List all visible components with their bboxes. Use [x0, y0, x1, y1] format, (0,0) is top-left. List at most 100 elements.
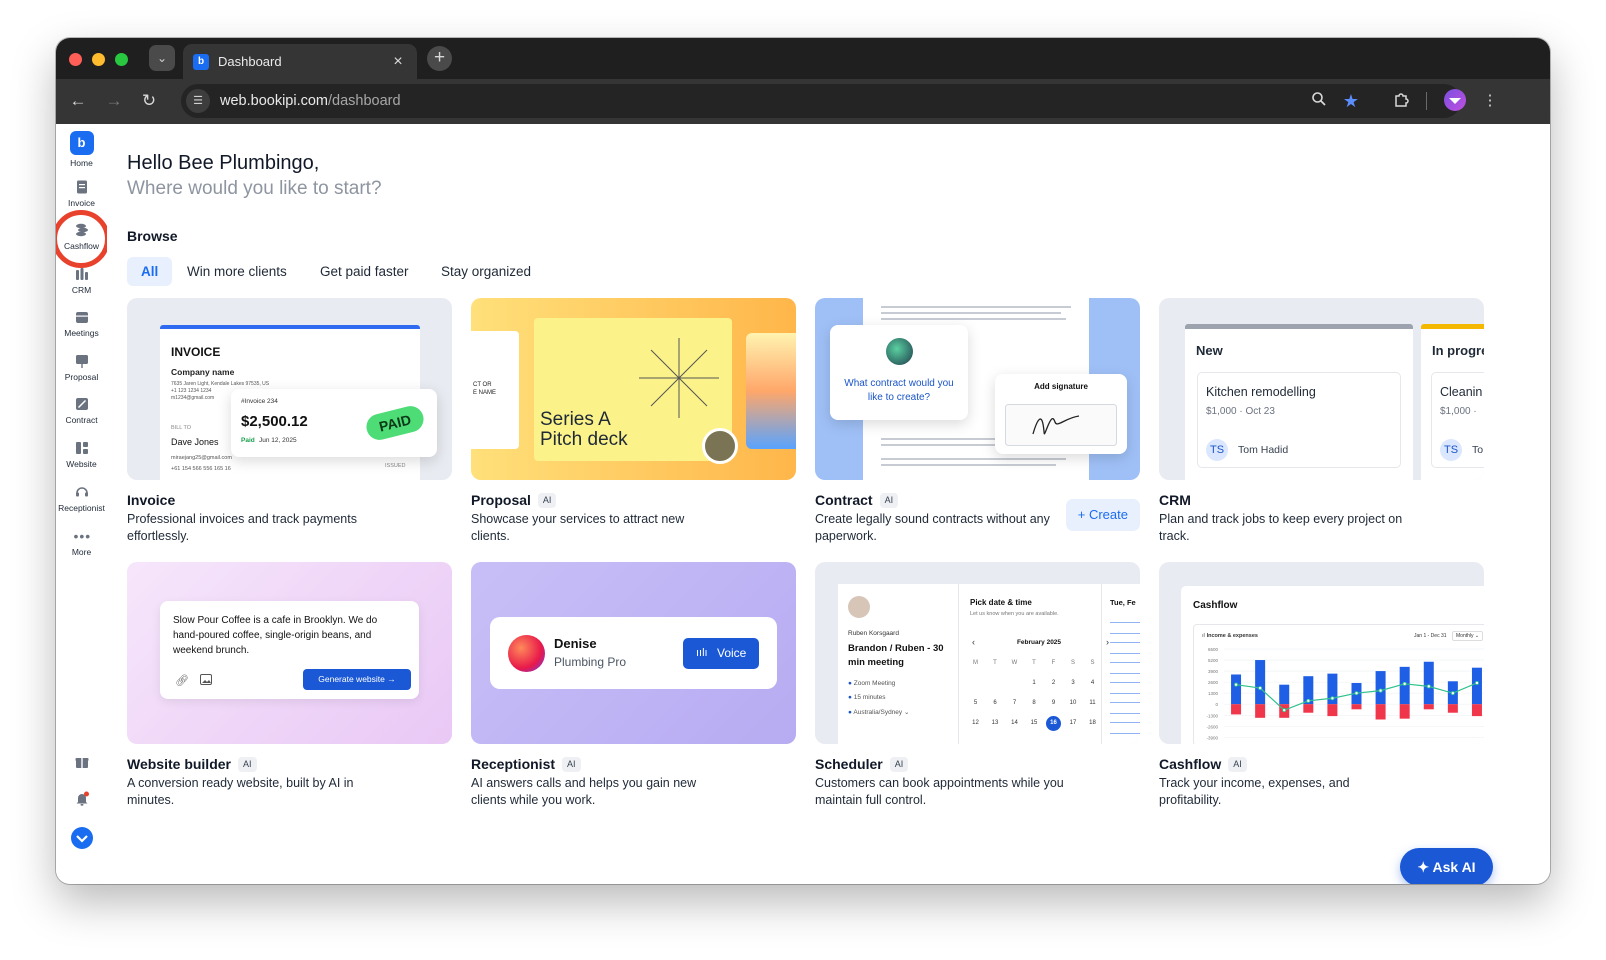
calendar-day[interactable]: 11 [1085, 696, 1100, 711]
proposal-side-page: CT OR E NAME [471, 331, 519, 449]
extensions-puzzle-icon[interactable] [1391, 91, 1411, 114]
zoom-window-button[interactable] [115, 53, 128, 66]
invoice-paid-label: Paid [241, 437, 255, 444]
card-scheduler[interactable]: Ruben Korsgaard Brandon / Ruben - 30 min… [815, 562, 1140, 809]
income-bar [1255, 660, 1266, 705]
sidebar-item-more[interactable]: ••• More [56, 528, 107, 557]
zoom-magnifier-icon[interactable] [1309, 91, 1329, 113]
tab-bar: ⌄ b Dashboard × + [56, 38, 1550, 79]
sidebar-notifications-button[interactable] [56, 791, 107, 807]
y-tick-label: 6500 [1208, 647, 1219, 652]
sidebar-item-invoice[interactable]: Invoice [56, 179, 107, 208]
sidebar-item-crm[interactable]: CRM [56, 266, 107, 295]
crm-job-title: Cleanin [1440, 385, 1483, 399]
calendar-day[interactable]: 3 [1066, 676, 1081, 691]
scheduler-widget: Ruben Korsgaard Brandon / Ruben - 30 min… [838, 584, 1140, 744]
expense-bar [1423, 704, 1434, 710]
calendar-day[interactable]: 6 [988, 696, 1003, 711]
calendar-weekday: S [1090, 660, 1095, 666]
invoice-client-phone: +61 154 566 556 165 16 [171, 466, 231, 472]
browser-tab-dashboard[interactable]: b Dashboard × [183, 44, 417, 79]
calendar-day[interactable]: 4 [1085, 676, 1100, 691]
sidebar-label: Contract [65, 415, 98, 425]
create-contract-button[interactable]: + Create [1065, 499, 1140, 531]
net-point [1426, 684, 1431, 689]
voice-button: ıılı Voice [683, 638, 759, 669]
profile-avatar-icon[interactable] [1444, 89, 1466, 111]
back-arrow-icon[interactable]: ← [68, 92, 88, 110]
card-title: Website builder AI [127, 756, 452, 772]
expense-bar [1471, 704, 1482, 717]
sidebar-label: Home [70, 158, 93, 168]
calendar-day[interactable]: 17 [1066, 716, 1081, 731]
calendar-day[interactable]: 1 [1027, 676, 1042, 691]
sidebar-item-proposal[interactable]: Proposal [56, 353, 107, 382]
sidebar-gift-button[interactable] [56, 754, 107, 770]
sidebar-item-website[interactable]: Website [56, 440, 107, 469]
sidebar-label: Proposal [64, 372, 99, 382]
calendar-day[interactable]: 9 [1046, 696, 1061, 711]
card-contract[interactable]: What contract would you like to create? … [815, 298, 1140, 545]
invoice-client: Dave Jones [171, 437, 219, 447]
close-tab-icon[interactable]: × [389, 53, 407, 71]
card-description: Create legally sound contracts without a… [815, 512, 1050, 543]
calendar-weekday: S [1070, 660, 1075, 666]
address-bar[interactable]: ☰ web.bookipi.com/dashboard [181, 84, 1461, 118]
net-point [1330, 696, 1335, 701]
contract-preview: What contract would you like to create? … [815, 298, 1140, 480]
sidebar-label: Website [66, 459, 97, 469]
calendar-weekday: T [1032, 660, 1036, 666]
filter-all[interactable]: All [127, 257, 173, 286]
card-crm[interactable]: New Kitchen remodelling $1,000 · Oct 23 … [1159, 298, 1484, 545]
calendar-day[interactable]: 16 [1046, 716, 1061, 731]
card-invoice[interactable]: INVOICE Company name 7635 Jaren Light, K… [127, 298, 452, 545]
forward-arrow-icon[interactable]: → [104, 92, 124, 110]
sidebar-item-meetings[interactable]: Meetings [56, 309, 107, 338]
close-window-button[interactable] [69, 53, 82, 66]
chart-bars-icon: ıl [1202, 633, 1206, 639]
sidebar-item-receptionist[interactable]: Receptionist [56, 484, 107, 513]
card-website-builder[interactable]: Slow Pour Coffee is a cafe in Brooklyn. … [127, 562, 452, 809]
calendar-day[interactable]: 18 [1085, 716, 1100, 731]
contract-question-card: What contract would you like to create? [830, 325, 968, 420]
calendar-day[interactable]: 13 [988, 716, 1003, 731]
site-info-icon[interactable]: ☰ [186, 89, 210, 113]
card-proposal[interactable]: CT OR E NAME Series A Pitch deck Proposal… [471, 298, 796, 545]
card-description: Track your income, expenses, and profita… [1159, 776, 1350, 807]
calendar-day[interactable]: 10 [1066, 696, 1081, 711]
sidebar-item-home[interactable]: b Home [56, 131, 107, 168]
calendar-day[interactable]: 8 [1027, 696, 1042, 711]
sidebar-item-contract[interactable]: Contract [56, 396, 107, 425]
chevron-down-icon: ⌄ [156, 51, 168, 65]
ask-ai-button[interactable]: ✦ Ask AI [1400, 848, 1493, 884]
sidebar-account-button[interactable] [56, 827, 107, 849]
invoice-issued: ISSUED [385, 463, 406, 469]
calendar-day[interactable]: 5 [968, 696, 983, 711]
next-month-icon: › [1106, 637, 1109, 647]
ai-voice-orb-icon [508, 635, 545, 672]
crm-owner-name: To [1472, 444, 1484, 456]
greeting-subtitle: Where would you like to start? [127, 178, 382, 199]
reload-icon[interactable]: ↻ [139, 92, 159, 110]
calendar-day[interactable]: 7 [1007, 696, 1022, 711]
tab-search-button[interactable]: ⌄ [149, 45, 175, 71]
filter-stay-organized[interactable]: Stay organized [431, 257, 541, 286]
bookmark-star-icon[interactable]: ★ [1341, 91, 1361, 111]
tab-title: Dashboard [218, 54, 282, 69]
ai-badge: AI [562, 756, 581, 772]
plus-icon: + [433, 47, 446, 68]
kebab-menu-icon[interactable]: ⋮ [1480, 91, 1500, 111]
waveform-icon: ıılı [696, 647, 708, 659]
minimize-window-button[interactable] [92, 53, 105, 66]
calendar-day[interactable]: 12 [968, 716, 983, 731]
card-receptionist[interactable]: Denise Plumbing Pro ıılı Voice Reception… [471, 562, 796, 809]
calendar-day[interactable]: 14 [1007, 716, 1022, 731]
y-tick-label: 1300 [1208, 691, 1219, 696]
calendar-day[interactable]: 15 [1027, 716, 1042, 731]
filter-win-more-clients[interactable]: Win more clients [177, 257, 297, 286]
contract-icon [75, 398, 88, 410]
card-cashflow[interactable]: Cashflow ıl Income & expenses Jan 1 - De… [1159, 562, 1484, 809]
new-tab-button[interactable]: + [427, 46, 452, 71]
calendar-day[interactable]: 2 [1046, 676, 1061, 691]
filter-get-paid-faster[interactable]: Get paid faster [310, 257, 419, 286]
